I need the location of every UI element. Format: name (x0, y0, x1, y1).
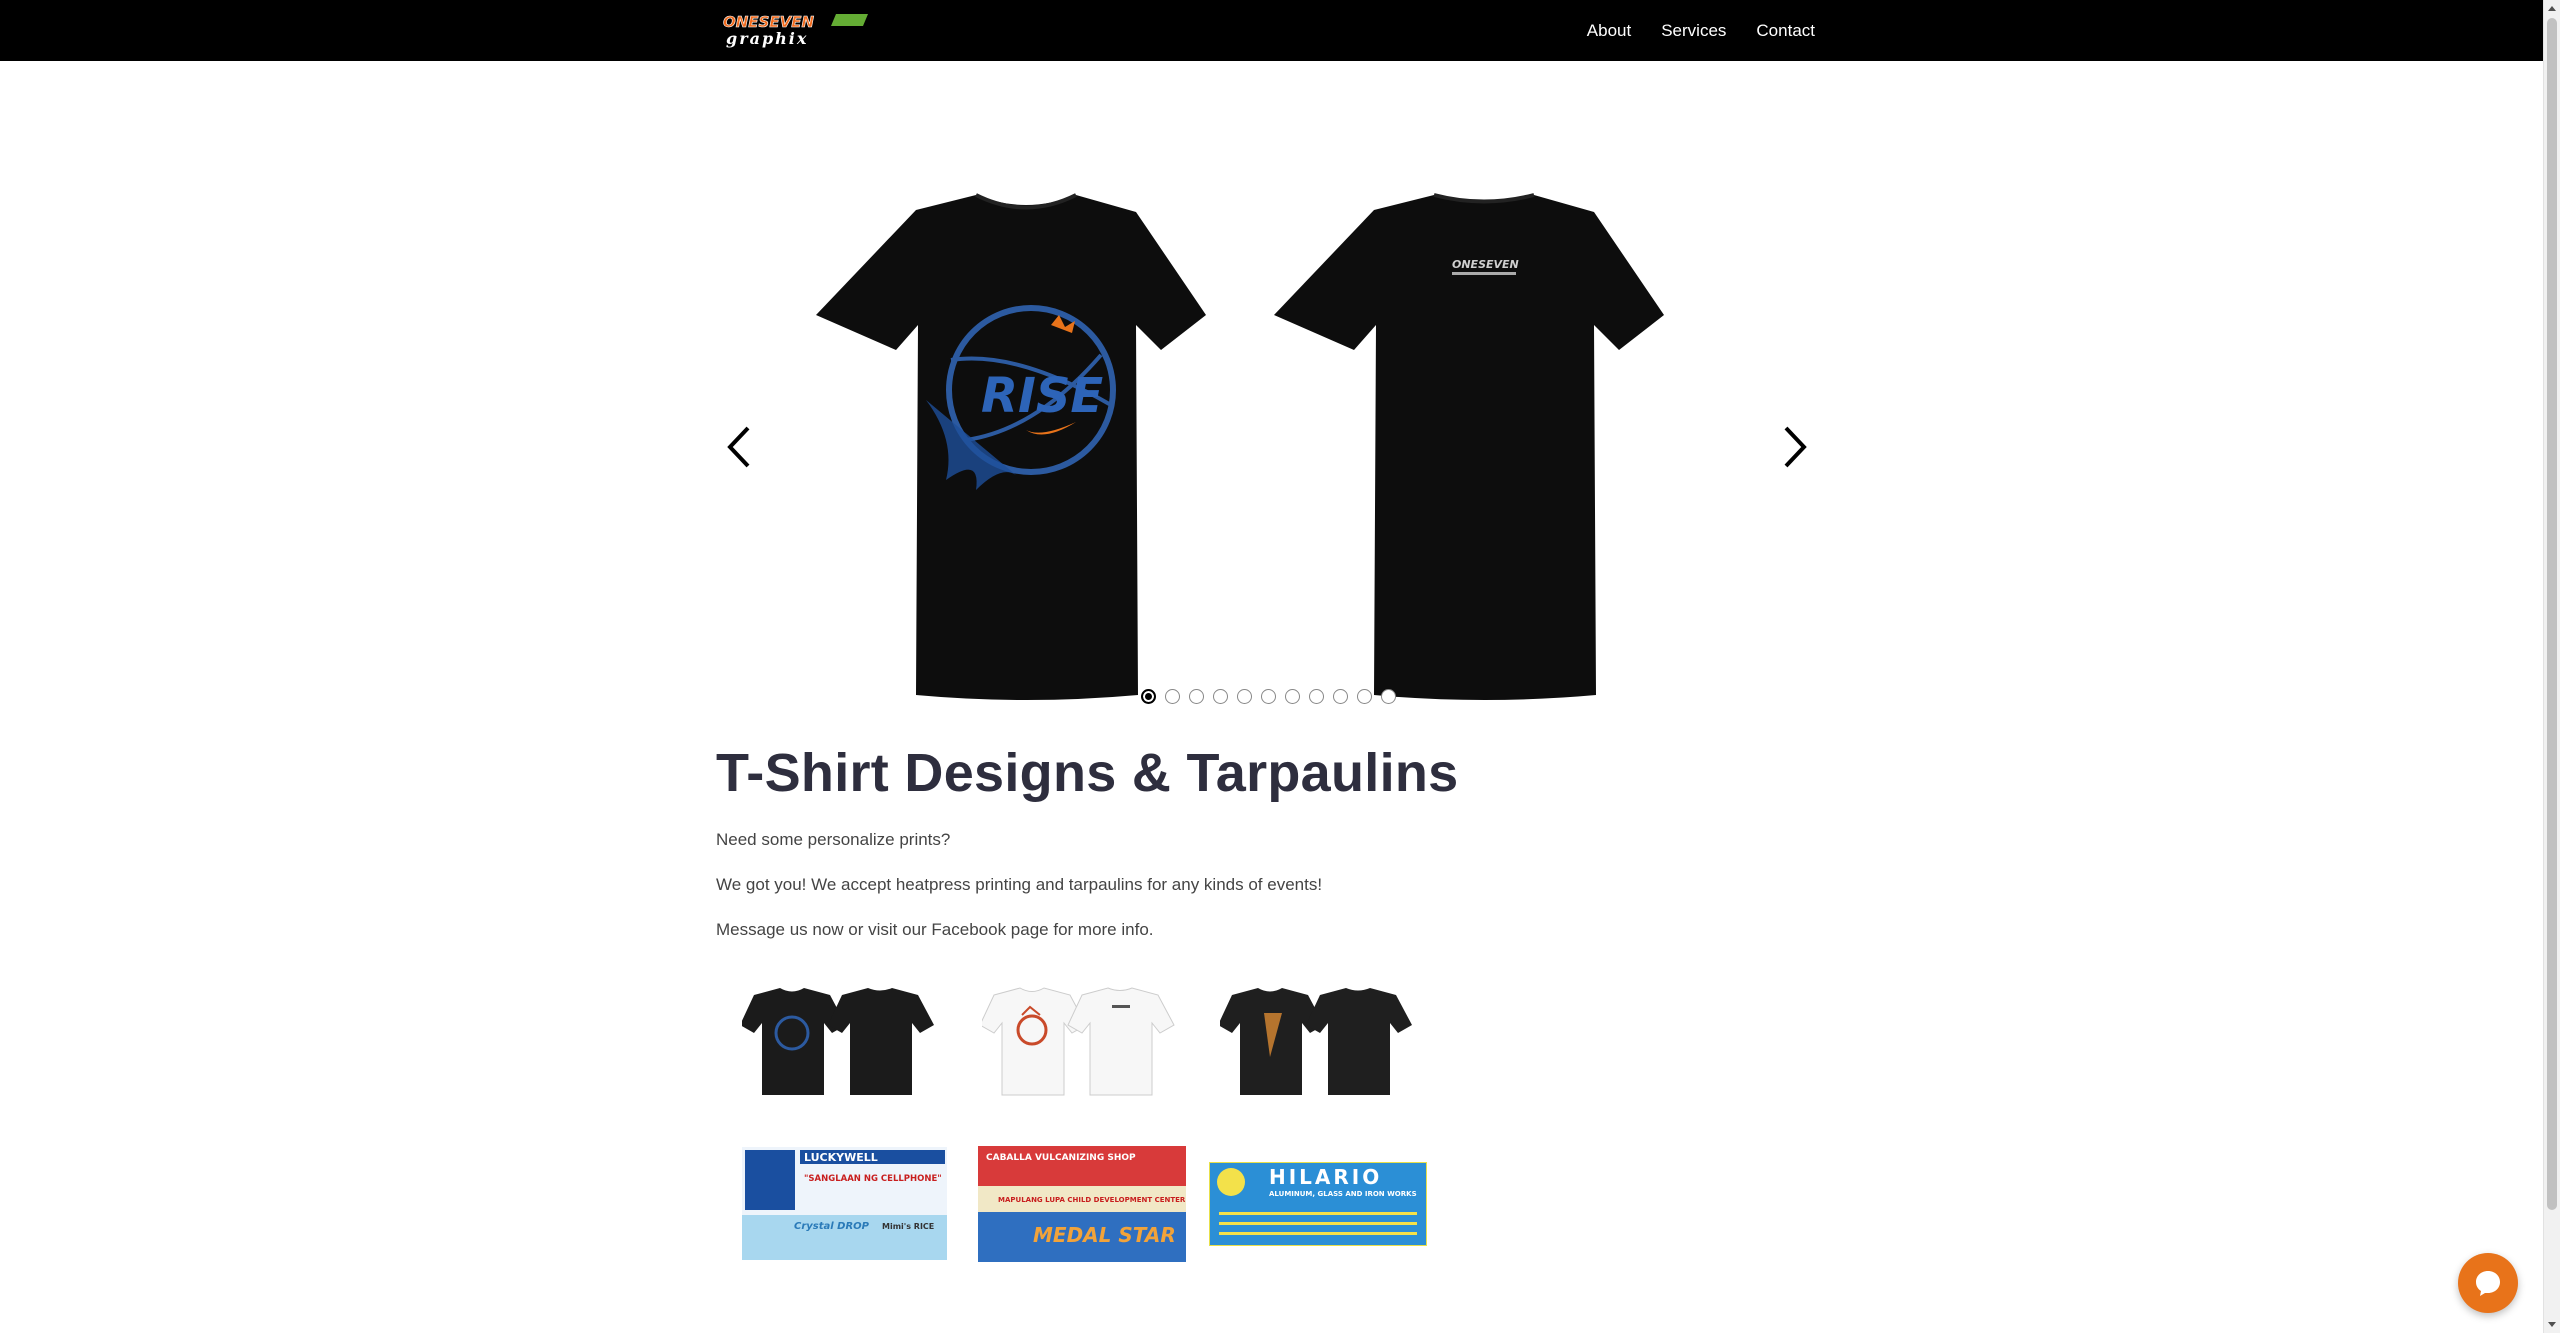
tshirt-back-image: ONESEVEN (1274, 193, 1664, 700)
nav-links: About Services Contact (1587, 0, 1815, 61)
chat-bubble-icon (2476, 1271, 2500, 1296)
logo-text-bottom: graphix (726, 29, 808, 48)
gallery-thumb-shirt-brown[interactable] (1220, 985, 1420, 1100)
carousel-next-arrow[interactable] (1774, 422, 1814, 472)
section-paragraph-3: Message us now or visit our Facebook pag… (716, 920, 1154, 939)
shirt-graphic-text: RISE (981, 368, 1103, 424)
gallery-thumb-shirt-rise[interactable] (742, 985, 942, 1100)
carousel-dot[interactable] (1381, 689, 1396, 704)
chat-widget-button[interactable] (2458, 1253, 2518, 1313)
carousel-dot[interactable] (1237, 689, 1252, 704)
nav-about-link[interactable]: About (1587, 21, 1631, 41)
gallery-thumb-tarp-hilario[interactable]: HILARIO ALUMINUM, GLASS AND IRON WORKS (1209, 1162, 1427, 1246)
image-carousel: RISE ONESEVEN (716, 190, 1814, 710)
carousel-dot[interactable] (1165, 689, 1180, 704)
svg-text:ALUMINUM, GLASS AND IRON WORKS: ALUMINUM, GLASS AND IRON WORKS (1269, 1190, 1417, 1198)
top-navbar: ONESEVEN graphix About Services Contact (0, 0, 2543, 61)
carousel-dot[interactable] (1285, 689, 1300, 704)
carousel-slide-image: RISE ONESEVEN (816, 193, 1664, 700)
svg-text:Mimi's RICE: Mimi's RICE (882, 1222, 934, 1231)
carousel-dot[interactable] (1189, 689, 1204, 704)
section-title: T-Shirt Designs & Tarpaulins (716, 743, 1459, 803)
back-logo-text: ONESEVEN (1452, 258, 1519, 271)
carousel-dot[interactable] (1261, 689, 1276, 704)
svg-text:CABALLA VULCANIZING SHOP: CABALLA VULCANIZING SHOP (986, 1153, 1136, 1163)
carousel-dot[interactable] (1213, 689, 1228, 704)
svg-text:LUCKYWELL: LUCKYWELL (804, 1151, 878, 1164)
page-scrollbar[interactable] (2543, 0, 2560, 1333)
svg-text:Crystal DROP: Crystal DROP (794, 1221, 870, 1232)
carousel-prev-arrow[interactable] (722, 422, 762, 472)
oneseven-graphix-logo[interactable]: ONESEVEN graphix (718, 10, 876, 48)
gallery-thumb-shirt-white[interactable] (982, 985, 1182, 1100)
svg-text:"SANGLAAN NG CELLPHONE": "SANGLAAN NG CELLPHONE" (804, 1174, 942, 1184)
tshirt-front-image: RISE (816, 193, 1206, 700)
carousel-dot[interactable] (1333, 689, 1348, 704)
section-paragraph-1: Need some personalize prints? (716, 830, 951, 849)
svg-text:MEDAL STAR: MEDAL STAR (1033, 1223, 1176, 1247)
scroll-up-arrow-icon[interactable] (2548, 6, 2556, 11)
nav-contact-link[interactable]: Contact (1756, 21, 1815, 41)
carousel-dot[interactable] (1309, 689, 1324, 704)
section-paragraph-2: We got you! We accept heatpress printing… (716, 875, 1323, 894)
gallery-thumb-tarp-luckywell[interactable]: LUCKYWELL "SANGLAAN NG CELLPHONE" Crysta… (742, 1147, 947, 1260)
scroll-down-arrow-icon[interactable] (2548, 1322, 2556, 1327)
svg-text:HILARIO: HILARIO (1269, 1165, 1382, 1189)
gallery-thumb-tarp-medalstar[interactable]: CABALLA VULCANIZING SHOP MAPULANG LUPA C… (978, 1146, 1186, 1262)
nav-services-link[interactable]: Services (1661, 21, 1726, 41)
carousel-dot[interactable] (1357, 689, 1372, 704)
scrollbar-thumb[interactable] (2547, 18, 2557, 1210)
carousel-dot[interactable] (1141, 689, 1156, 704)
svg-text:MAPULANG LUPA CHILD DEVELOPMEN: MAPULANG LUPA CHILD DEVELOPMENT CENTER (998, 1196, 1186, 1204)
